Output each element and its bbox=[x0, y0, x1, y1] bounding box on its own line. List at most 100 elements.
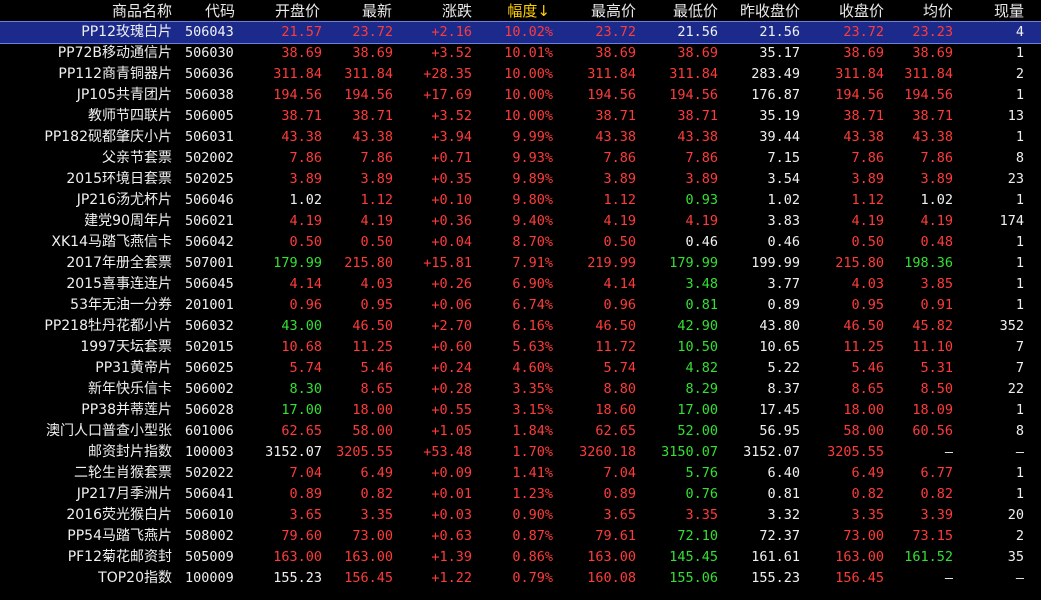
cell-high: 3.89 bbox=[603, 171, 636, 187]
cell-open: 43.00 bbox=[281, 318, 322, 334]
cell-open: 38.71 bbox=[281, 108, 322, 124]
cell-chg: +0.63 bbox=[431, 528, 472, 544]
table-row[interactable]: 新年快乐信卡 506002 8.30 8.65 +0.28 3.35% 8.80 8.29 8.… bbox=[0, 379, 1041, 400]
cell-chg: +0.04 bbox=[431, 234, 472, 250]
cell-last: 3205.55 bbox=[336, 444, 393, 460]
cell-chg: +15.81 bbox=[423, 255, 472, 271]
cell-vol: 2 bbox=[1015, 528, 1024, 544]
cell-chg: +28.35 bbox=[423, 66, 472, 82]
cell-pct: 3.15% bbox=[512, 402, 553, 418]
column-header-name[interactable]: 商品名称 bbox=[112, 0, 172, 22]
table-row[interactable]: PP38并蒂莲片 506028 17.00 18.00 +0.55 3.15% 18.60 1… bbox=[0, 400, 1041, 421]
column-header-low[interactable]: 最低价 bbox=[673, 0, 718, 22]
column-header-chg[interactable]: 涨跌 bbox=[442, 0, 472, 22]
cell-low: 0.81 bbox=[685, 297, 718, 313]
cell-chg: +0.10 bbox=[431, 192, 472, 208]
table-row[interactable]: 2017年册全套票 507001 179.99 215.80 +15.81 7.91% 21… bbox=[0, 253, 1041, 274]
cell-code: 502002 bbox=[185, 150, 234, 166]
cell-chg: +3.52 bbox=[431, 45, 472, 61]
column-header-close[interactable]: 收盘价 bbox=[839, 0, 884, 22]
cell-avg: 198.36 bbox=[904, 255, 953, 271]
cell-close: 11.25 bbox=[843, 339, 884, 355]
cell-avg: 38.69 bbox=[912, 45, 953, 61]
cell-pct: 9.93% bbox=[512, 150, 553, 166]
table-row[interactable]: 2015喜事连连片 506045 4.14 4.03 +0.26 6.90% 4.14 3.4… bbox=[0, 274, 1041, 295]
table-row[interactable]: PP218牡丹花都小片 506032 43.00 46.50 +2.70 6.16% 46.… bbox=[0, 316, 1041, 337]
table-row[interactable]: PF12菊花邮资封 505009 163.00 163.00 +1.39 0.86% 163… bbox=[0, 547, 1041, 568]
cell-name: PP12玫瑰白片 bbox=[81, 24, 172, 40]
cell-chg: +0.24 bbox=[431, 360, 472, 376]
column-header-pct[interactable]: 幅度↓ bbox=[507, 0, 550, 22]
cell-last: 18.00 bbox=[352, 402, 393, 418]
cell-open: 8.30 bbox=[289, 381, 322, 397]
cell-last: 3.35 bbox=[360, 507, 393, 523]
cell-chg: +1.39 bbox=[431, 549, 472, 565]
cell-avg: 38.71 bbox=[912, 108, 953, 124]
column-header-high[interactable]: 最高价 bbox=[591, 0, 636, 22]
column-header-prev[interactable]: 昨收盘价 bbox=[740, 0, 800, 22]
cell-open: 5.74 bbox=[289, 360, 322, 376]
column-header-last[interactable]: 最新 bbox=[362, 0, 392, 22]
cell-last: 215.80 bbox=[344, 255, 393, 271]
cell-code: 506043 bbox=[185, 24, 234, 40]
column-header-open[interactable]: 开盘价 bbox=[275, 0, 320, 22]
cell-code: 506036 bbox=[185, 66, 234, 82]
cell-code: 506031 bbox=[185, 129, 234, 145]
table-row[interactable]: 邮资封片指数 100003 3152.07 3205.55 +53.48 1.70% 326… bbox=[0, 442, 1041, 463]
table-row[interactable]: 父亲节套票 502002 7.86 7.86 +0.71 9.93% 7.86 7.86 7.1… bbox=[0, 148, 1041, 169]
cell-avg: 6.77 bbox=[920, 465, 953, 481]
table-row[interactable]: PP31黄帝片 506025 5.74 5.46 +0.24 4.60% 5.74 4.82 5… bbox=[0, 358, 1041, 379]
cell-pct: 10.01% bbox=[504, 45, 553, 61]
cell-vol: 7 bbox=[1015, 360, 1024, 376]
table-row[interactable]: PP54马踏飞燕片 508002 79.60 73.00 +0.63 0.87% 79.61… bbox=[0, 526, 1041, 547]
column-header-avg[interactable]: 均价 bbox=[923, 0, 953, 22]
table-row[interactable]: PP182砚都肇庆小片 506031 43.38 43.38 +3.94 9.99% 43.… bbox=[0, 127, 1041, 148]
cell-name: PP38并蒂莲片 bbox=[81, 402, 172, 418]
table-row[interactable]: XK14马踏飞燕信卡 506042 0.50 0.50 +0.04 8.70% 0.50 0.… bbox=[0, 232, 1041, 253]
cell-name: 父亲节套票 bbox=[102, 150, 172, 166]
cell-code: 201001 bbox=[185, 297, 234, 313]
cell-pct: 4.60% bbox=[512, 360, 553, 376]
cell-vol: — bbox=[1015, 570, 1024, 586]
table-row[interactable]: JP217月季洲片 506041 0.89 0.82 +0.01 1.23% 0.89 0.7… bbox=[0, 484, 1041, 505]
cell-vol: — bbox=[1015, 444, 1024, 460]
table-row[interactable]: 教师节四联片 506005 38.71 38.71 +3.52 10.00% 38.71 38… bbox=[0, 106, 1041, 127]
cell-pct: 0.86% bbox=[512, 549, 553, 565]
table-row[interactable]: PP112商青铜器片 506036 311.84 311.84 +28.35 10.00%… bbox=[0, 64, 1041, 85]
cell-last: 4.03 bbox=[360, 276, 393, 292]
cell-avg: 4.19 bbox=[920, 213, 953, 229]
table-row[interactable]: 53年无油一分券 201001 0.96 0.95 +0.06 6.74% 0.96 0.81… bbox=[0, 295, 1041, 316]
cell-high: 38.71 bbox=[595, 108, 636, 124]
cell-close: 1.12 bbox=[851, 192, 884, 208]
table-row[interactable]: 建党90周年片 506021 4.19 4.19 +0.36 9.40% 4.19 4.19 3… bbox=[0, 211, 1041, 232]
cell-avg: 0.48 bbox=[920, 234, 953, 250]
cell-last: 6.49 bbox=[360, 465, 393, 481]
cell-avg: 8.50 bbox=[920, 381, 953, 397]
table-row[interactable]: JP216汤尤杯片 506046 1.02 1.12 +0.10 9.80% 1.12 0.9… bbox=[0, 190, 1041, 211]
cell-low: 7.86 bbox=[685, 150, 718, 166]
column-header-code[interactable]: 代码 bbox=[205, 0, 235, 22]
table-row[interactable]: 2016荧光猴白片 506010 3.65 3.35 +0.03 0.90% 3.65 3.3… bbox=[0, 505, 1041, 526]
cell-open: 155.23 bbox=[273, 570, 322, 586]
cell-vol: 20 bbox=[1007, 507, 1024, 523]
table-row[interactable]: 二轮生肖猴套票 502022 7.04 6.49 +0.09 1.41% 7.04 5.76 6… bbox=[0, 463, 1041, 484]
table-row[interactable]: PP12玫瑰白片 506043 21.57 23.72 +2.16 10.02% 23.72… bbox=[0, 21, 1041, 44]
cell-code: 506028 bbox=[185, 402, 234, 418]
table-row[interactable]: PP72B移动通信片 506030 38.69 38.69 +3.52 10.01% 38.… bbox=[0, 43, 1041, 64]
cell-code: 506038 bbox=[185, 87, 234, 103]
table-row[interactable]: 1997天坛套票 502015 10.68 11.25 +0.60 5.63% 11.72 1… bbox=[0, 337, 1041, 358]
column-header-vol[interactable]: 现量 bbox=[994, 0, 1024, 22]
cell-avg: 3.89 bbox=[920, 171, 953, 187]
table-row[interactable]: 澳门人口普查小型张 601006 62.65 58.00 +1.05 1.84% 62.65… bbox=[0, 421, 1041, 442]
cell-code: 506025 bbox=[185, 360, 234, 376]
cell-prev: 72.37 bbox=[759, 528, 800, 544]
cell-vol: 8 bbox=[1015, 150, 1024, 166]
cell-high: 23.72 bbox=[595, 24, 636, 40]
table-row[interactable]: 2015环境日套票 502025 3.89 3.89 +0.35 9.89% 3.89 3.8… bbox=[0, 169, 1041, 190]
cell-open: 179.99 bbox=[273, 255, 322, 271]
cell-low: 8.29 bbox=[685, 381, 718, 397]
cell-high: 163.00 bbox=[587, 549, 636, 565]
table-row[interactable]: TOP20指数 100009 155.23 156.45 +1.22 0.79% 160.0… bbox=[0, 568, 1041, 589]
table-row[interactable]: JP105共青团片 506038 194.56 194.56 +17.69 10.00% 1… bbox=[0, 85, 1041, 106]
cell-pct: 9.99% bbox=[512, 129, 553, 145]
